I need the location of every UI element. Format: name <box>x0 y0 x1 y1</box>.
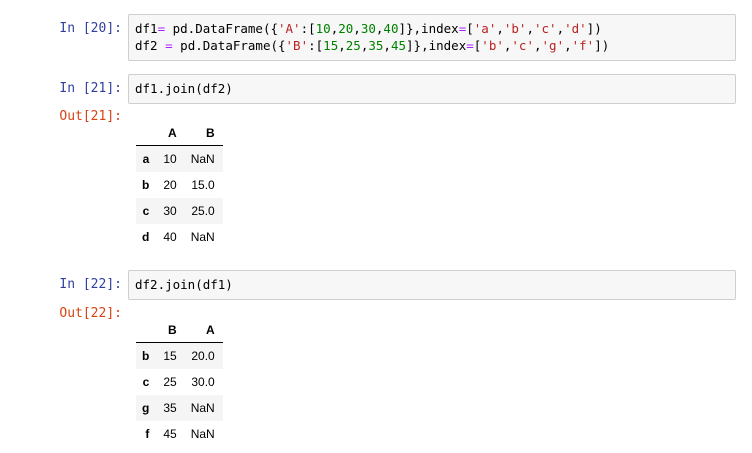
table-cell: 25.0 <box>191 204 215 218</box>
number-token: 20 <box>338 21 354 36</box>
table-cell: 45 <box>163 427 177 441</box>
code-token: [ <box>466 21 474 36</box>
code-cell-input[interactable]: df2.join(df1) <box>128 270 736 300</box>
code-token: , <box>533 38 542 53</box>
number-token: 15 <box>323 38 339 53</box>
code-token: ]) <box>594 38 610 53</box>
operator-token: = <box>157 21 166 36</box>
table-row: d 40 NaN <box>136 224 223 250</box>
code-token: pd.DataFrame({ <box>172 38 286 53</box>
table-cell: NaN <box>190 230 215 244</box>
table-cell: NaN <box>190 152 215 166</box>
input-prompt: In [22]: <box>59 277 122 292</box>
table-cell: 15.0 <box>191 178 215 192</box>
number-token: 30 <box>360 21 376 36</box>
code-token: , <box>526 21 534 36</box>
code-token: df1.join(df2) <box>135 81 233 96</box>
column-header: A <box>157 121 185 146</box>
row-index: b <box>142 178 150 192</box>
code-line: df2 = pd.DataFrame({'B':[15,25,35,45]},i… <box>135 37 729 54</box>
code-token: , <box>564 38 572 53</box>
column-header: A <box>184 318 223 343</box>
table-cell: 30.0 <box>191 375 215 389</box>
table-row: f 45 NaN <box>136 421 223 447</box>
row-index: f <box>145 427 150 441</box>
output-prompt: Out[21]: <box>59 109 122 124</box>
number-token: 40 <box>383 21 399 36</box>
code-token: , <box>338 38 346 53</box>
output-prompt: Out[22]: <box>59 306 122 321</box>
code-token: , <box>496 21 504 36</box>
row-index: b <box>142 349 150 363</box>
string-token: 'd' <box>564 21 587 36</box>
row-index: c <box>142 375 150 389</box>
table-cell: 25 <box>163 375 177 389</box>
table-row: a 10 NaN <box>136 145 223 172</box>
row-index: g <box>142 401 150 415</box>
code-line: df1= pd.DataFrame({'A':[10,20,30,40]},in… <box>135 20 729 37</box>
number-token: 10 <box>315 21 331 36</box>
table-row: g 35 NaN <box>136 395 223 421</box>
index-header <box>136 318 158 343</box>
code-line: df2.join(df1) <box>135 276 729 293</box>
code-token: df2 <box>135 38 166 53</box>
table-cell: 30 <box>163 204 177 218</box>
operator-token: = <box>466 38 474 53</box>
input-prompt: In [20]: <box>59 21 122 36</box>
string-token: 'b' <box>481 38 504 53</box>
code-token: , <box>556 21 565 36</box>
code-cell-input[interactable]: df1.join(df2) <box>128 74 736 104</box>
code-token: :[ <box>300 21 316 36</box>
code-token: ]},index <box>406 38 467 53</box>
operator-token: = <box>165 38 173 53</box>
code-token: :[ <box>308 38 324 53</box>
row-index: a <box>142 152 150 166</box>
table-row: b 20 15.0 <box>136 172 223 198</box>
code-token: ]) <box>586 21 602 36</box>
column-header: B <box>157 318 185 343</box>
code-cell-input[interactable]: df1= pd.DataFrame({'A':[10,20,30,40]},in… <box>128 14 736 61</box>
table-cell: 10 <box>163 152 177 166</box>
table-cell: NaN <box>190 401 215 415</box>
index-header <box>136 121 158 146</box>
table-cell: 35 <box>163 401 177 415</box>
table-cell: NaN <box>190 427 215 441</box>
row-index: d <box>142 230 150 244</box>
table-row: c 30 25.0 <box>136 198 223 224</box>
code-token: pd.DataFrame({ <box>165 21 278 36</box>
number-token: 45 <box>390 38 407 53</box>
code-token: , <box>353 21 361 36</box>
code-line: df1.join(df2) <box>135 80 729 97</box>
string-token: 'f' <box>571 38 595 53</box>
number-token: 25 <box>345 38 361 53</box>
code-token: ]},index <box>398 21 459 36</box>
table-row: b 15 20.0 <box>136 342 223 369</box>
table-cell: 40 <box>163 230 177 244</box>
string-token: 'c' <box>511 38 534 53</box>
string-token: 'b' <box>503 21 527 36</box>
table-row: c 25 30.0 <box>136 369 223 395</box>
number-token: 35 <box>368 38 384 53</box>
code-token: df1 <box>135 21 158 36</box>
input-prompt: In [21]: <box>59 81 122 96</box>
string-token: 'B' <box>285 38 309 53</box>
string-token: 'g' <box>541 38 565 53</box>
table-cell: 20 <box>163 178 177 192</box>
table-cell: 20.0 <box>191 349 215 363</box>
code-token: , <box>383 38 391 53</box>
table-cell: 15 <box>163 349 177 363</box>
code-token: df2.join(df1) <box>135 277 233 292</box>
row-index: c <box>142 204 150 218</box>
column-header: B <box>184 121 223 146</box>
dataframe-output: A Ba 10 NaN b 20 15.0 c 30 25.0 d 40 NaN <box>136 121 223 250</box>
string-token: 'A' <box>278 21 301 36</box>
dataframe-output: B Ab 15 20.0 c 25 30.0 g 35 NaN f 45 NaN <box>136 318 223 447</box>
string-token: 'a' <box>473 21 497 36</box>
string-token: 'c' <box>533 21 557 36</box>
